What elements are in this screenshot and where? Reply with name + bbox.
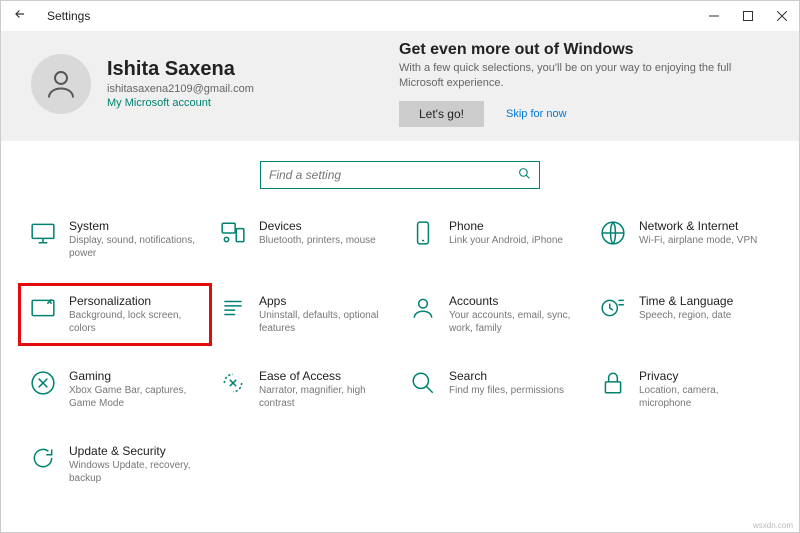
- search-box[interactable]: [260, 161, 540, 189]
- category-title: Privacy: [639, 369, 769, 383]
- category-title: Network & Internet: [639, 219, 757, 233]
- category-title: Search: [449, 369, 564, 383]
- watermark: wsxdn.com: [753, 521, 793, 530]
- category-desc: Uninstall, defaults, optional features: [259, 309, 389, 335]
- gaming-icon: [29, 369, 57, 397]
- clock-language-icon: [599, 294, 627, 322]
- apps-icon: [219, 294, 247, 322]
- ease-of-access-icon: [219, 369, 247, 397]
- devices-icon: [219, 219, 247, 247]
- promo-title: Get even more out of Windows: [399, 41, 769, 59]
- category-title: Accounts: [449, 294, 579, 308]
- promo-subtitle: With a few quick selections, you'll be o…: [399, 61, 769, 91]
- phone-icon: [409, 219, 437, 247]
- category-desc: Speech, region, date: [639, 309, 733, 322]
- category-desc: Narrator, magnifier, high contrast: [259, 384, 389, 410]
- account-name: Ishita Saxena: [107, 58, 254, 81]
- window-title: Settings: [47, 9, 90, 23]
- category-desc: Wi-Fi, airplane mode, VPN: [639, 234, 757, 247]
- skip-link[interactable]: Skip for now: [506, 108, 567, 120]
- category-desc: Background, lock screen, colors: [69, 309, 199, 335]
- globe-icon: [599, 219, 627, 247]
- category-desc: Your accounts, email, sync, work, family: [449, 309, 579, 335]
- avatar[interactable]: [31, 54, 91, 114]
- ms-account-link[interactable]: My Microsoft account: [107, 97, 254, 109]
- category-gaming[interactable]: GamingXbox Game Bar, captures, Game Mode: [25, 365, 205, 414]
- category-title: Ease of Access: [259, 369, 389, 383]
- promo-section: Get even more out of Windows With a few …: [399, 41, 769, 127]
- category-desc: Bluetooth, printers, mouse: [259, 234, 376, 247]
- category-title: Update & Security: [69, 444, 199, 458]
- category-desc: Link your Android, iPhone: [449, 234, 563, 247]
- category-desc: Display, sound, notifications, power: [69, 234, 199, 260]
- sync-icon: [29, 444, 57, 472]
- lets-go-button[interactable]: Let's go!: [399, 101, 484, 127]
- category-title: Gaming: [69, 369, 199, 383]
- person-icon: [409, 294, 437, 322]
- maximize-button[interactable]: [731, 1, 765, 31]
- minimize-button[interactable]: [697, 1, 731, 31]
- category-time-language[interactable]: Time & LanguageSpeech, region, date: [595, 290, 775, 339]
- category-search[interactable]: SearchFind my files, permissions: [405, 365, 585, 414]
- monitor-icon: [29, 219, 57, 247]
- category-title: System: [69, 219, 199, 233]
- category-apps[interactable]: AppsUninstall, defaults, optional featur…: [215, 290, 395, 339]
- category-phone[interactable]: PhoneLink your Android, iPhone: [405, 215, 585, 264]
- category-title: Apps: [259, 294, 389, 308]
- lock-icon: [599, 369, 627, 397]
- header: Ishita Saxena ishitasaxena2109@gmail.com…: [1, 31, 799, 141]
- category-privacy[interactable]: PrivacyLocation, camera, microphone: [595, 365, 775, 414]
- category-desc: Xbox Game Bar, captures, Game Mode: [69, 384, 199, 410]
- close-button[interactable]: [765, 1, 799, 31]
- category-title: Personalization: [69, 294, 199, 308]
- category-devices[interactable]: DevicesBluetooth, printers, mouse: [215, 215, 395, 264]
- account-email: ishitasaxena2109@gmail.com: [107, 83, 254, 95]
- category-desc: Location, camera, microphone: [639, 384, 769, 410]
- category-personalization[interactable]: PersonalizationBackground, lock screen, …: [25, 290, 205, 339]
- category-title: Time & Language: [639, 294, 733, 308]
- category-system[interactable]: SystemDisplay, sound, notifications, pow…: [25, 215, 205, 264]
- personalization-icon: [29, 294, 57, 322]
- category-update-security[interactable]: Update & SecurityWindows Update, recover…: [25, 440, 205, 489]
- category-accounts[interactable]: AccountsYour accounts, email, sync, work…: [405, 290, 585, 339]
- account-section: Ishita Saxena ishitasaxena2109@gmail.com…: [31, 41, 254, 127]
- category-title: Phone: [449, 219, 563, 233]
- search-icon: [518, 167, 531, 183]
- category-title: Devices: [259, 219, 376, 233]
- category-desc: Find my files, permissions: [449, 384, 564, 397]
- magnifier-icon: [409, 369, 437, 397]
- search-input[interactable]: [269, 168, 518, 182]
- category-desc: Windows Update, recovery, backup: [69, 459, 199, 485]
- category-ease-of-access[interactable]: Ease of AccessNarrator, magnifier, high …: [215, 365, 395, 414]
- category-network-internet[interactable]: Network & InternetWi-Fi, airplane mode, …: [595, 215, 775, 264]
- back-button[interactable]: [13, 7, 33, 26]
